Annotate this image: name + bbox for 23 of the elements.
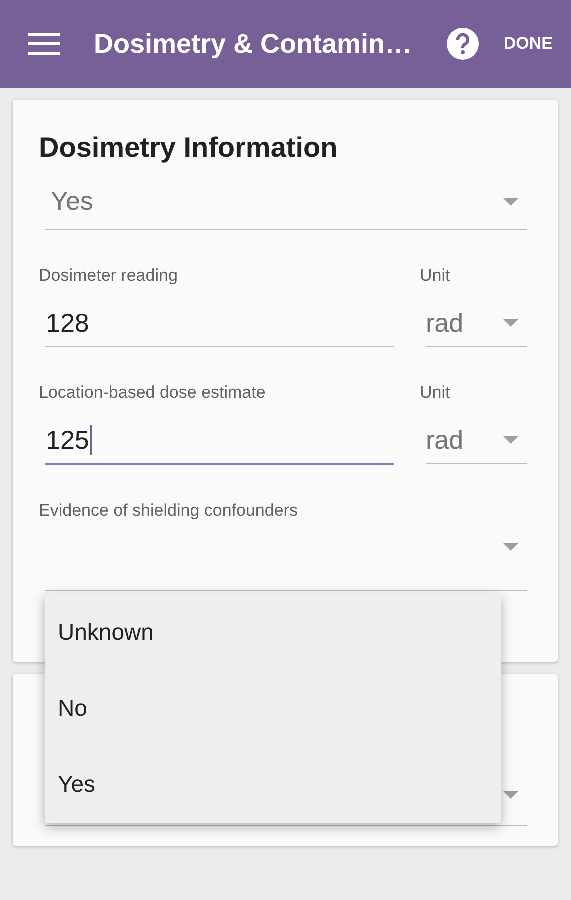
dropdown-arrow-icon — [503, 198, 519, 206]
done-button[interactable]: DONE — [500, 28, 557, 60]
input-field[interactable]: 128 — [45, 300, 394, 347]
field-label: Evidence of shielding confounders — [39, 501, 299, 521]
unit-select[interactable]: rad — [426, 300, 527, 347]
dropdown-arrow-icon — [503, 543, 519, 551]
dropdown-arrow-icon — [503, 319, 519, 327]
field-label: Unit — [420, 266, 452, 286]
input-field[interactable]: 125 — [45, 417, 394, 465]
screen-title: Dosimetry & Contamin… — [94, 28, 414, 60]
menu-option[interactable]: Unknown — [45, 594, 501, 670]
dropdown-arrow-icon — [503, 436, 519, 444]
field-label: Location-based dose estimate — [39, 383, 267, 403]
menu-icon[interactable] — [28, 33, 60, 55]
help-icon[interactable] — [446, 27, 480, 61]
menu-option[interactable]: No — [45, 670, 501, 746]
menu-option[interactable]: Yes — [45, 746, 501, 822]
field-label: Unit — [420, 383, 452, 403]
select-field[interactable]: Yes — [45, 174, 527, 230]
unit-select[interactable]: rad — [426, 417, 527, 464]
dropdown-arrow-icon — [503, 790, 519, 798]
field-label: Dosimeter reading — [39, 266, 179, 286]
card-title: Dosimetry Information — [39, 132, 339, 164]
